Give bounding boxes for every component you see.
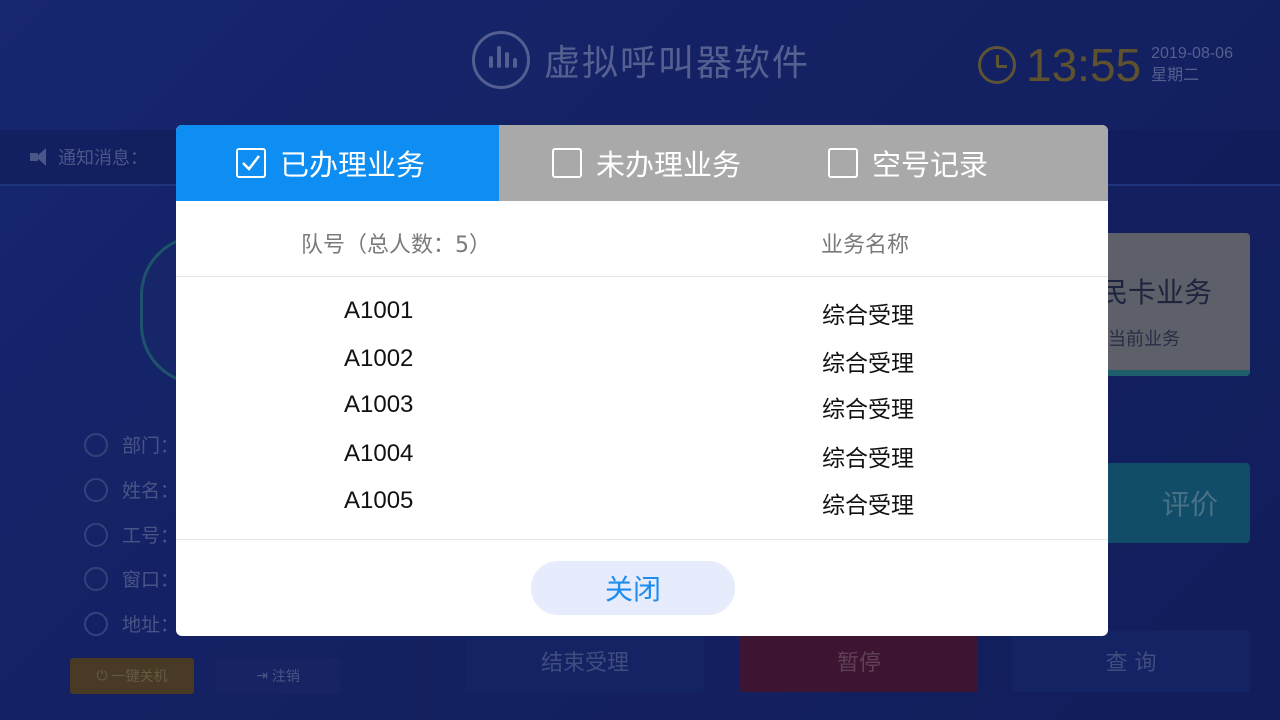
service-name: 综合受理 (822, 397, 914, 423)
tab-label: 已办理业务 (280, 148, 426, 182)
tab-label: 空号记录 (872, 148, 989, 182)
column-header-queue: 队号（总人数：5） (301, 233, 491, 258)
service-name: 综合受理 (822, 446, 914, 472)
column-header-service: 业务名称 (821, 233, 910, 258)
header-divider (176, 276, 1108, 277)
queue-number: A1005 (344, 487, 414, 514)
close-button[interactable]: 关闭 (531, 561, 735, 615)
queue-number: A1001 (344, 297, 414, 324)
queue-number: A1003 (344, 391, 414, 418)
checkbox-icon (552, 148, 582, 178)
checkbox-icon (828, 148, 858, 178)
queue-number: A1004 (344, 440, 414, 467)
service-name: 综合受理 (822, 493, 914, 519)
service-name: 综合受理 (822, 303, 914, 329)
queue-number: A1002 (344, 345, 414, 372)
footer-divider (176, 539, 1108, 540)
checkbox-checked-icon (236, 148, 266, 178)
records-dialog: 已办理业务 未办理业务 空号记录 队号（总人数：5） 业务名称 A1001 综合… (176, 125, 1108, 636)
tab-bar: 已办理业务 未办理业务 空号记录 (176, 125, 1108, 201)
tab-processed[interactable]: 已办理业务 (176, 125, 499, 201)
tab-empty-records[interactable]: 空号记录 (828, 125, 988, 201)
service-name: 综合受理 (822, 351, 914, 377)
tab-label: 未办理业务 (596, 148, 742, 182)
tab-unprocessed[interactable]: 未办理业务 (552, 125, 741, 201)
